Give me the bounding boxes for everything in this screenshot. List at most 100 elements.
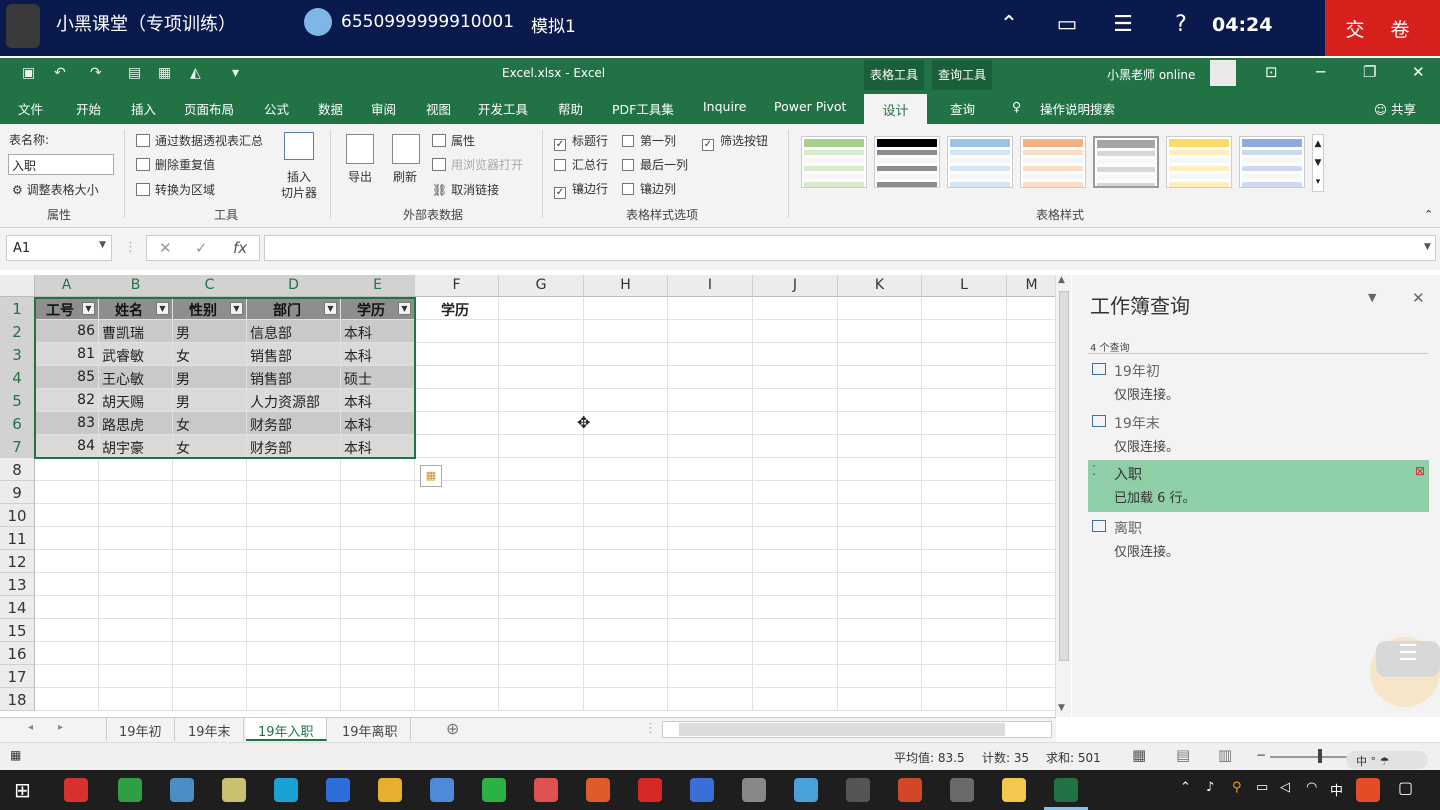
row-header[interactable]: 7 <box>0 435 35 458</box>
cell[interactable] <box>247 688 341 711</box>
cell[interactable] <box>584 320 668 343</box>
cell[interactable] <box>499 366 584 389</box>
table-data-cell[interactable]: 82 <box>35 389 99 412</box>
cell[interactable] <box>922 435 1007 458</box>
cell[interactable] <box>584 573 668 596</box>
page-break-view-icon[interactable]: ▥ <box>1218 746 1232 764</box>
column-header[interactable]: A <box>35 275 99 297</box>
cell[interactable] <box>838 366 922 389</box>
select-all-corner[interactable] <box>0 275 35 297</box>
cell[interactable] <box>838 550 922 573</box>
row-header[interactable]: 3 <box>0 343 35 366</box>
cell[interactable] <box>499 573 584 596</box>
row-header[interactable]: 5 <box>0 389 35 412</box>
cell[interactable] <box>838 504 922 527</box>
tab-help[interactable]: 帮助 <box>558 99 583 118</box>
tab-view[interactable]: 视图 <box>426 99 451 118</box>
cell[interactable] <box>173 504 247 527</box>
microphone-icon[interactable]: ♪ <box>1206 780 1214 795</box>
notes-icon[interactable] <box>222 778 246 802</box>
cancel-icon[interactable]: ✕ <box>159 239 172 257</box>
cell[interactable] <box>173 596 247 619</box>
cell[interactable] <box>499 320 584 343</box>
windows-start-icon[interactable]: ⊞ <box>14 778 31 802</box>
cell[interactable] <box>838 619 922 642</box>
cell[interactable] <box>247 642 341 665</box>
table-data-cell[interactable]: 81 <box>35 343 99 366</box>
cell[interactable] <box>415 366 499 389</box>
cell[interactable] <box>499 550 584 573</box>
customize-toolbar-icon[interactable]: ▾ <box>232 65 239 81</box>
cell[interactable] <box>922 642 1007 665</box>
cell[interactable] <box>668 619 753 642</box>
cell[interactable] <box>753 573 838 596</box>
cell[interactable] <box>35 550 99 573</box>
cell[interactable] <box>584 688 668 711</box>
refresh-icon[interactable] <box>392 134 420 164</box>
query-item-selected[interactable]: ⁚ 入职 已加载 6 行。 ⊠ <box>1088 460 1429 512</box>
chrome-icon[interactable] <box>378 778 402 802</box>
cell[interactable] <box>499 619 584 642</box>
restore-icon[interactable]: ❐ <box>1363 63 1376 81</box>
column-header[interactable]: F <box>415 275 499 297</box>
enter-icon[interactable]: ✓ <box>195 239 208 257</box>
cell[interactable] <box>922 481 1007 504</box>
cell[interactable] <box>1007 389 1056 412</box>
column-header[interactable]: B <box>99 275 173 297</box>
cell[interactable] <box>1007 297 1056 320</box>
row-header[interactable]: 6 <box>0 412 35 435</box>
query-error-icon[interactable]: ⊠ <box>1415 464 1425 478</box>
table-header-cell[interactable]: 姓名 ▼ <box>99 297 173 320</box>
table-data-cell[interactable]: 财务部 <box>247 435 341 458</box>
row-header[interactable]: 11 <box>0 527 35 550</box>
properties-button[interactable]: 属性 <box>432 132 475 149</box>
cell[interactable] <box>753 458 838 481</box>
query-item[interactable]: 19年初 仅限连接。 <box>1088 357 1428 407</box>
cell[interactable] <box>1007 366 1056 389</box>
cell[interactable] <box>584 458 668 481</box>
row-header[interactable]: 14 <box>0 596 35 619</box>
cell[interactable] <box>922 297 1007 320</box>
filter-button-checkbox[interactable]: ✓ 筛选按钮 <box>702 132 768 151</box>
cell[interactable] <box>922 665 1007 688</box>
table-data-cell[interactable]: 本科 <box>341 412 415 435</box>
cell[interactable] <box>1007 435 1056 458</box>
cell[interactable] <box>584 366 668 389</box>
cell[interactable] <box>1007 343 1056 366</box>
page-layout-view-icon[interactable]: ▤ <box>1176 746 1190 764</box>
table-data-cell[interactable]: 胡天赐 <box>99 389 173 412</box>
cell[interactable] <box>1007 665 1056 688</box>
sogou-icon[interactable] <box>1356 778 1380 802</box>
banded-columns-checkbox[interactable]: 镶边列 <box>622 180 676 197</box>
cell[interactable] <box>415 642 499 665</box>
cell[interactable] <box>838 642 922 665</box>
cell[interactable] <box>1007 550 1056 573</box>
quick-analysis-icon[interactable]: ▦ <box>420 465 442 487</box>
cell[interactable] <box>753 504 838 527</box>
cell[interactable] <box>341 458 415 481</box>
remove-duplicates-button[interactable]: 删除重复值 <box>136 156 215 173</box>
cell[interactable] <box>99 504 173 527</box>
cell[interactable] <box>341 665 415 688</box>
row-header[interactable]: 17 <box>0 665 35 688</box>
cell[interactable] <box>1007 619 1056 642</box>
cell[interactable] <box>584 665 668 688</box>
table-data-cell[interactable]: 王心敏 <box>99 366 173 389</box>
cell[interactable] <box>922 320 1007 343</box>
cell[interactable] <box>499 343 584 366</box>
insert-slicer-label-2[interactable]: 切片器 <box>281 184 317 201</box>
green-app-icon[interactable] <box>118 778 142 802</box>
cell[interactable] <box>499 665 584 688</box>
cell[interactable] <box>838 527 922 550</box>
mosaic-app-icon[interactable] <box>586 778 610 802</box>
next-sheet-icon[interactable]: ▸ <box>58 722 63 733</box>
vertical-scrollbar[interactable]: ▲ ▼ <box>1055 275 1071 717</box>
cell[interactable] <box>753 412 838 435</box>
cell[interactable] <box>922 343 1007 366</box>
table-data-cell[interactable]: 信息部 <box>247 320 341 343</box>
scroll-up-icon[interactable]: ▲ <box>1058 275 1065 285</box>
cell[interactable] <box>753 688 838 711</box>
table-data-cell[interactable]: 本科 <box>341 320 415 343</box>
row-header[interactable]: 12 <box>0 550 35 573</box>
redo-icon[interactable]: ↷ <box>90 65 102 81</box>
